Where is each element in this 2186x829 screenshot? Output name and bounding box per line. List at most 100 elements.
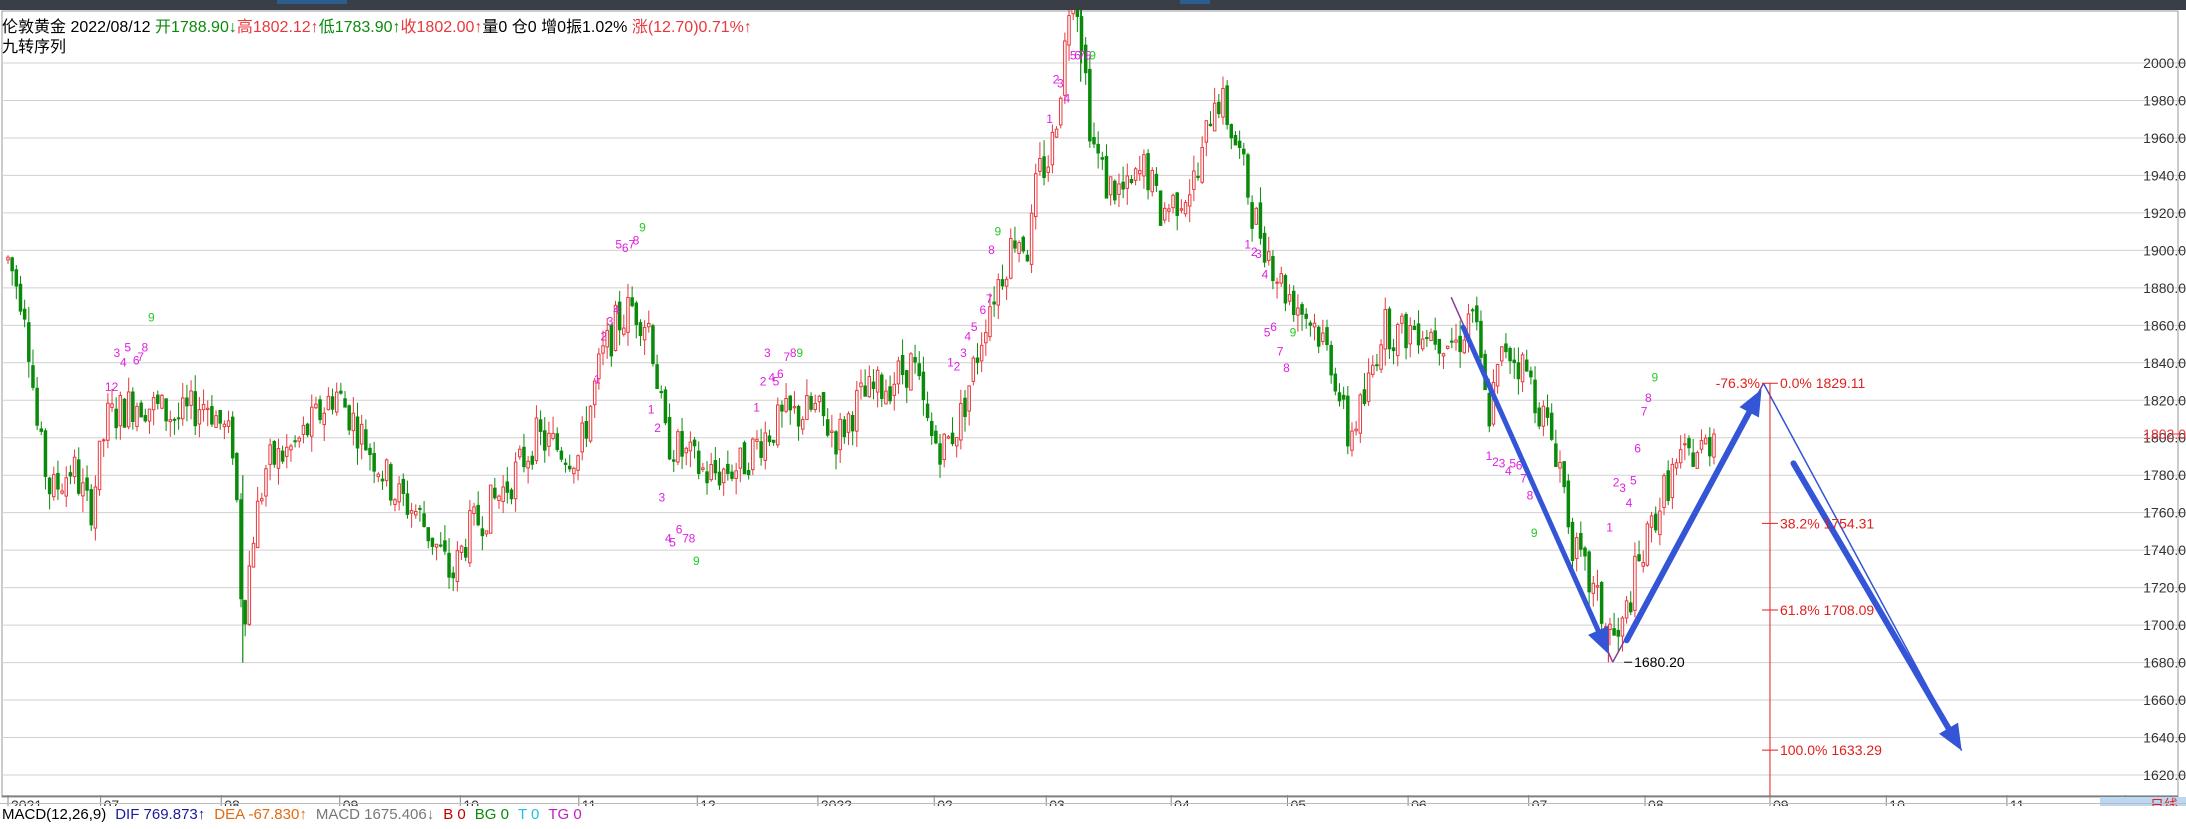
candle-body — [235, 452, 239, 501]
x-tick-label: 08 — [1648, 797, 1664, 806]
candle-body — [1208, 123, 1213, 127]
candle-body — [938, 443, 942, 465]
candle-body — [243, 600, 247, 625]
candle-body — [1267, 251, 1271, 261]
td-sequence-number: 12 — [105, 380, 119, 394]
candle-body — [1200, 146, 1204, 183]
candle-body — [1225, 85, 1229, 125]
td-sequence-number: 3 — [1255, 247, 1262, 261]
candle-body — [888, 386, 892, 402]
candle-body — [1300, 304, 1304, 315]
candle-body — [1217, 101, 1221, 115]
candle-body — [418, 507, 422, 510]
pane-divider[interactable] — [0, 803, 2186, 804]
candle-body — [1250, 202, 1254, 229]
td-sequence-number: 6 — [1634, 442, 1641, 456]
candle-body — [792, 406, 797, 409]
candle-body — [805, 395, 809, 420]
candle-body — [1121, 181, 1125, 190]
fib-level-label: 100.0% 1633.29 — [1780, 742, 1882, 758]
candle-body — [713, 460, 718, 474]
candle-body — [746, 469, 751, 476]
y-tick-label: 1640.0 — [2143, 730, 2186, 746]
candle-body — [110, 403, 114, 408]
td-sequence-number: 4 — [120, 356, 127, 370]
candle-body — [1512, 359, 1516, 364]
candle-body — [680, 431, 684, 457]
x-tick-label: 07 — [104, 797, 120, 806]
td-sequence-number: 3 — [1619, 481, 1626, 495]
candle-body — [438, 544, 443, 547]
candle-body — [842, 419, 847, 438]
candle-body — [1175, 192, 1179, 216]
x-tick-label: 07 — [1532, 797, 1548, 806]
candle-body — [509, 489, 514, 500]
candle-body — [347, 405, 351, 431]
candle-body — [239, 499, 243, 600]
candle-body — [1475, 305, 1479, 323]
candle-body — [688, 441, 693, 452]
candle-body — [422, 513, 426, 527]
candle-body — [1379, 344, 1383, 370]
x-tick-label: 05 — [1290, 797, 1306, 806]
candle-body — [393, 499, 397, 505]
candle-body — [709, 464, 713, 481]
candle-body — [326, 395, 331, 411]
candle-body — [463, 547, 468, 558]
candle-body — [834, 431, 838, 455]
candle-body — [913, 357, 917, 363]
candle-body — [1653, 513, 1658, 531]
candle-body — [518, 448, 522, 458]
candle-body — [405, 493, 410, 515]
candle-body — [1454, 339, 1458, 343]
candle-body — [1658, 510, 1662, 536]
candle-body — [1133, 168, 1138, 181]
candle-body — [988, 306, 992, 338]
candle-body — [1404, 313, 1408, 349]
candle-body — [1071, 10, 1075, 15]
candle-body — [27, 322, 31, 362]
candle-body — [850, 415, 855, 432]
candle-body — [451, 572, 455, 579]
candle-body — [859, 382, 863, 388]
candle-body — [813, 402, 817, 411]
candle-body — [297, 437, 302, 442]
candle-body — [1529, 370, 1533, 378]
x-tick-label: 08 — [224, 797, 240, 806]
candle-body — [1400, 315, 1404, 324]
candle-body — [247, 565, 252, 625]
candle-body — [751, 438, 755, 471]
candle-body — [426, 527, 430, 542]
candle-body — [1520, 354, 1525, 383]
y-tick-label: 1720.0 — [2143, 580, 2186, 596]
td-sequence-number: 8 — [1527, 489, 1534, 503]
candle-body — [584, 421, 589, 439]
td-sequence-number: 4 — [613, 303, 620, 317]
candle-body — [1117, 183, 1121, 195]
candle-body — [996, 279, 1001, 306]
td-sequence-number: 8 — [633, 234, 640, 248]
title-bar-tab[interactable] — [1180, 0, 1210, 4]
td-sequence-number: 1 — [594, 372, 601, 386]
candle-body — [164, 398, 168, 422]
td-sequence-number: 9 — [148, 311, 155, 325]
candle-body — [64, 477, 69, 497]
title-bar-tab[interactable] — [277, 0, 347, 4]
candle-body — [501, 486, 505, 502]
candle-body — [1229, 124, 1234, 139]
candle-body — [1678, 449, 1683, 464]
candle-body — [272, 441, 277, 465]
candle-body — [305, 423, 310, 436]
fib-level-label: 38.2% 1754.31 — [1780, 515, 1874, 531]
candle-body — [755, 438, 759, 442]
candle-body — [1458, 335, 1462, 353]
period-label[interactable]: 日线 — [2150, 797, 2178, 806]
candle-body — [572, 467, 576, 475]
candle-body — [659, 391, 664, 394]
candlestick-chart[interactable]: 2000.01980.01960.01940.01920.01900.01880… — [0, 10, 2186, 806]
candle-body — [1104, 155, 1109, 199]
candle-body — [193, 391, 197, 427]
candle-body — [1233, 135, 1238, 146]
candle-body — [1687, 438, 1691, 449]
candle-body — [1258, 202, 1263, 239]
